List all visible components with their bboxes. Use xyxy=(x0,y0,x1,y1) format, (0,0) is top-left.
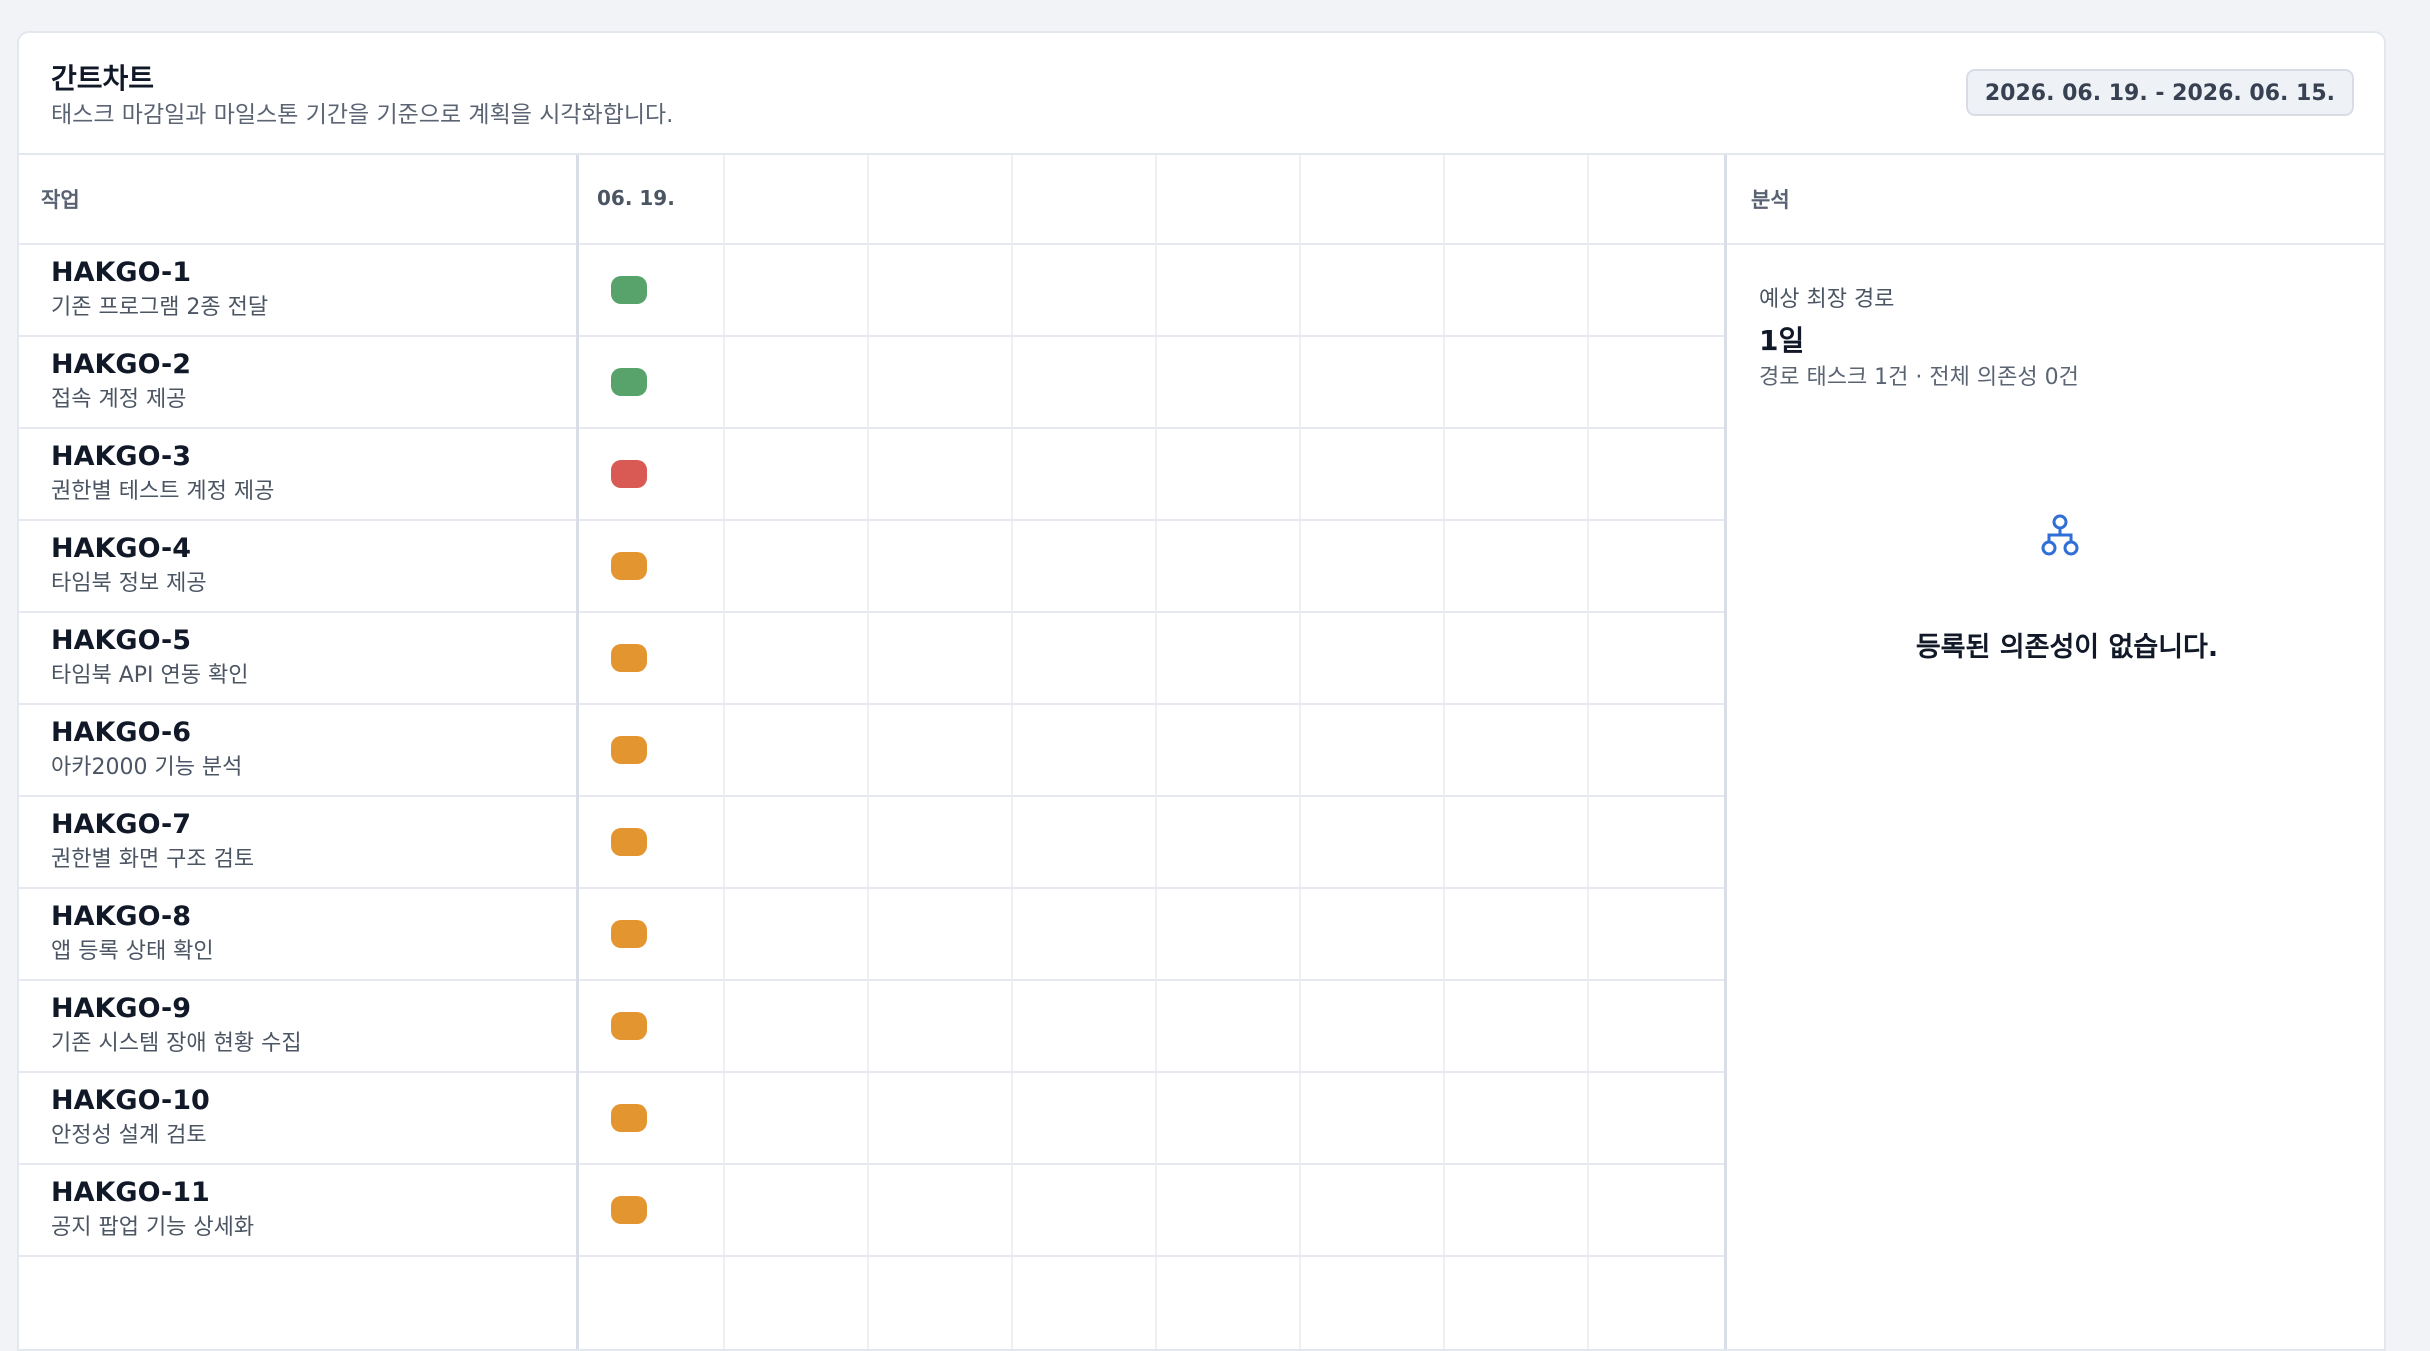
task-name: 권한별 화면 구조 검토 xyxy=(51,847,255,872)
timeline-row xyxy=(579,797,1724,889)
task-row[interactable]: HAKGO-2 접속 계정 제공 xyxy=(19,337,576,429)
task-id: HAKGO-6 xyxy=(51,717,192,748)
task-id: HAKGO-1 xyxy=(51,257,192,288)
task-name: 기존 시스템 장애 현황 수집 xyxy=(51,1031,302,1056)
task-name: 접속 계정 제공 xyxy=(51,387,187,412)
task-name: 권한별 테스트 계정 제공 xyxy=(51,479,275,504)
timeline-row xyxy=(579,245,1724,337)
task-id: HAKGO-11 xyxy=(51,1177,210,1208)
dependency-network-icon xyxy=(2041,514,2079,556)
task-bar-done[interactable] xyxy=(611,276,647,304)
task-bar-pending[interactable] xyxy=(611,828,647,856)
timeline-row xyxy=(579,1165,1724,1257)
analysis-header: 분석 xyxy=(1727,155,2384,245)
task-bar-pending[interactable] xyxy=(611,552,647,580)
task-bar-pending[interactable] xyxy=(611,1104,647,1132)
task-name: 앱 등록 상태 확인 xyxy=(51,939,214,964)
critical-path-detail: 경로 태스크 1건 · 전체 의존성 0건 xyxy=(1759,365,2079,390)
task-row[interactable]: HAKGO-5 타임북 API 연동 확인 xyxy=(19,613,576,705)
task-id: HAKGO-4 xyxy=(51,533,192,564)
critical-path-value: 1일 xyxy=(1759,324,1805,357)
task-row[interactable]: HAKGO-3 권한별 테스트 계정 제공 xyxy=(19,429,576,521)
task-row[interactable]: HAKGO-7 권한별 화면 구조 검토 xyxy=(19,797,576,889)
task-name: 타임북 정보 제공 xyxy=(51,571,207,596)
analysis-panel: 분석 예상 최장 경로 1일 경로 태스크 1건 · 전체 의존성 0건 등록된… xyxy=(1724,155,2384,1349)
task-row[interactable]: HAKGO-10 안정성 설계 검토 xyxy=(19,1073,576,1165)
timeline-row xyxy=(579,981,1724,1073)
gantt-card: 간트차트 태스크 마감일과 마일스톤 기간을 기준으로 계획을 시각화합니다. … xyxy=(17,31,2386,1351)
task-row[interactable]: HAKGO-4 타임북 정보 제공 xyxy=(19,521,576,613)
task-bar-pending[interactable] xyxy=(611,736,647,764)
task-bar-blocked[interactable] xyxy=(611,460,647,488)
task-name: 안정성 설계 검토 xyxy=(51,1123,207,1148)
task-id: HAKGO-10 xyxy=(51,1085,210,1116)
page-subtitle: 태스크 마감일과 마일스톤 기간을 기준으로 계획을 시각화합니다. xyxy=(51,102,674,128)
task-bar-done[interactable] xyxy=(611,368,647,396)
task-column: 작업 HAKGO-1 기존 프로그램 2종 전달 HAKGO-2 접속 계정 제공 HA… xyxy=(19,155,579,1349)
critical-path-label: 예상 최장 경로 xyxy=(1759,287,1895,312)
task-name: 타임북 API 연동 확인 xyxy=(51,663,249,688)
timeline: 06. 19. xyxy=(579,155,1724,1349)
task-name: 공지 팝업 기능 상세화 xyxy=(51,1215,255,1240)
task-id: HAKGO-8 xyxy=(51,901,192,932)
task-bar-pending[interactable] xyxy=(611,1012,647,1040)
timeline-header: 06. 19. xyxy=(579,155,1724,245)
timeline-date-label: 06. 19. xyxy=(597,186,675,210)
empty-dependency-message: 등록된 의존성이 없습니다. xyxy=(1915,632,2219,663)
task-id: HAKGO-3 xyxy=(51,441,192,472)
task-row[interactable]: HAKGO-6 아카2000 기능 분석 xyxy=(19,705,576,797)
timeline-row xyxy=(579,1073,1724,1165)
task-id: HAKGO-9 xyxy=(51,993,192,1024)
timeline-row xyxy=(579,337,1724,429)
task-row[interactable]: HAKGO-11 공지 팝업 기능 상세화 xyxy=(19,1165,576,1257)
page-title: 간트차트 xyxy=(51,62,155,95)
timeline-row xyxy=(579,613,1724,705)
timeline-row xyxy=(579,521,1724,613)
task-row[interactable]: HAKGO-9 기존 시스템 장애 현황 수집 xyxy=(19,981,576,1073)
task-bar-pending[interactable] xyxy=(611,644,647,672)
task-bar-pending[interactable] xyxy=(611,1196,647,1224)
task-id: HAKGO-5 xyxy=(51,625,192,656)
timeline-row xyxy=(579,705,1724,797)
card-header: 간트차트 태스크 마감일과 마일스톤 기간을 기준으로 계획을 시각화합니다. … xyxy=(19,33,2384,155)
task-id: HAKGO-7 xyxy=(51,809,192,840)
task-row[interactable]: HAKGO-8 앱 등록 상태 확인 xyxy=(19,889,576,981)
timeline-row xyxy=(579,429,1724,521)
task-list: HAKGO-1 기존 프로그램 2종 전달 HAKGO-2 접속 계정 제공 HAKGO… xyxy=(19,245,576,1257)
task-bar-pending[interactable] xyxy=(611,920,647,948)
task-row[interactable]: HAKGO-1 기존 프로그램 2종 전달 xyxy=(19,245,576,337)
date-range-badge[interactable]: 2026. 06. 19. - 2026. 06. 15. xyxy=(1965,69,2354,116)
task-id: HAKGO-2 xyxy=(51,349,192,380)
task-column-header: 작업 xyxy=(19,155,576,245)
task-name: 기존 프로그램 2종 전달 xyxy=(51,295,269,320)
task-name: 아카2000 기능 분석 xyxy=(51,755,243,780)
timeline-row xyxy=(579,889,1724,981)
